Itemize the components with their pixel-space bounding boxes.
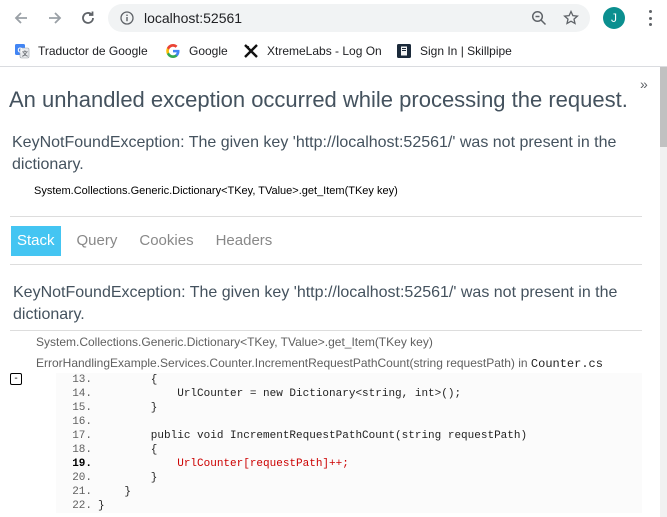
line-number: 21. xyxy=(72,486,92,498)
code-line: 17. public void IncrementRequestPathCoun… xyxy=(56,429,642,443)
reload-button[interactable] xyxy=(76,6,100,30)
source-text: UrlCounter[requestPath]++; xyxy=(98,458,349,470)
google-translate-icon: G文 xyxy=(14,43,30,59)
code-line: 13. { xyxy=(56,373,642,387)
site-info-icon[interactable] xyxy=(118,9,136,27)
tab-cookies[interactable]: Cookies xyxy=(133,226,199,256)
skillpipe-icon xyxy=(396,43,412,59)
source-code-block: 13. {14. UrlCounter = new Dictionary<str… xyxy=(56,373,642,513)
source-text: } xyxy=(98,402,158,414)
source-text: UrlCounter = new Dictionary<string, int>… xyxy=(98,388,462,400)
divider xyxy=(10,330,642,331)
stack-frame-file: Counter.cs xyxy=(530,357,603,371)
tab-bar: Stack Query Cookies Headers xyxy=(11,226,288,256)
bookmark-skillpipe[interactable]: Sign In | Skillpipe xyxy=(396,42,512,60)
stack-exception-title: KeyNotFoundException: The given key 'htt… xyxy=(13,284,618,323)
code-line: 22.} xyxy=(56,499,642,513)
line-number: 13. xyxy=(72,374,92,386)
page-title: An unhandled exception occurred while pr… xyxy=(9,87,628,112)
tab-headers[interactable]: Headers xyxy=(210,226,279,256)
arrow-right-icon xyxy=(49,12,62,24)
bookmarks-bar: G文 Traductor de Google Google XtremeLabs… xyxy=(0,36,667,92)
bookmark-label: Google xyxy=(189,44,228,58)
reload-icon xyxy=(82,11,94,24)
bookmark-label: Sign In | Skillpipe xyxy=(420,44,512,58)
code-line: 15. } xyxy=(56,401,642,415)
xtremelabs-icon xyxy=(243,43,259,59)
line-number: 22. xyxy=(72,500,92,512)
scrollbar-thumb[interactable] xyxy=(660,67,667,147)
arrow-left-icon xyxy=(14,12,27,24)
bookmark-xtremelabs[interactable]: XtremeLabs - Log On xyxy=(243,42,382,60)
code-line: 14. UrlCounter = new Dictionary<string, … xyxy=(56,387,642,401)
code-line: 16. xyxy=(56,415,642,429)
line-number: 16. xyxy=(72,416,92,428)
google-icon xyxy=(165,43,181,59)
bookmark-star-icon[interactable] xyxy=(562,9,580,27)
line-number: 15. xyxy=(72,402,92,414)
source-text: public void IncrementRequestPathCount(st… xyxy=(98,430,528,442)
source-text: } xyxy=(98,472,158,484)
source-text: { xyxy=(98,374,158,386)
browser-menu-icon[interactable] xyxy=(642,8,658,28)
address-bar[interactable]: localhost:52561 xyxy=(108,4,590,32)
code-line: 21. } xyxy=(56,485,642,499)
exception-summary: KeyNotFoundException: The given key 'htt… xyxy=(12,134,617,173)
browser-toolbar: localhost:52561 J xyxy=(0,0,667,36)
line-number: 14. xyxy=(72,388,92,400)
source-text: { xyxy=(98,444,158,456)
bookmark-label: XtremeLabs - Log On xyxy=(267,44,382,58)
divider xyxy=(10,264,642,265)
zoom-icon[interactable] xyxy=(530,9,548,27)
line-number: 20. xyxy=(72,472,92,484)
error-page: An unhandled exception occurred while pr… xyxy=(0,67,660,517)
tab-query[interactable]: Query xyxy=(71,226,124,256)
stack-frame-method: System.Collections.Generic.Dictionary<TK… xyxy=(36,335,433,349)
stack-frame: ErrorHandlingExample.Services.Counter.In… xyxy=(36,356,603,371)
stack-frame-method: ErrorHandlingExample.Services.Counter.In… xyxy=(36,356,531,370)
back-button[interactable] xyxy=(9,6,33,30)
line-number: 19. xyxy=(72,458,92,470)
collapse-source-button[interactable]: - xyxy=(10,373,22,385)
code-line: 20. } xyxy=(56,471,642,485)
address-bar-url[interactable]: localhost:52561 xyxy=(144,10,242,26)
forward-button[interactable] xyxy=(43,6,67,30)
source-text: } xyxy=(98,486,132,498)
page-scrollbar[interactable] xyxy=(660,67,667,517)
bookmark-label: Traductor de Google xyxy=(38,44,148,58)
stack-frame: System.Collections.Generic.Dictionary<TK… xyxy=(36,335,433,349)
code-line: 18. { xyxy=(56,443,642,457)
divider xyxy=(10,216,642,217)
exception-location: System.Collections.Generic.Dictionary<TK… xyxy=(34,185,398,197)
line-number: 18. xyxy=(72,444,92,456)
svg-text:文: 文 xyxy=(21,50,29,58)
source-text: } xyxy=(98,500,105,512)
tab-stack[interactable]: Stack xyxy=(11,226,61,256)
line-number: 17. xyxy=(72,430,92,442)
bookmark-google[interactable]: Google xyxy=(165,42,228,60)
code-line: 19. UrlCounter[requestPath]++; xyxy=(56,457,642,471)
profile-avatar[interactable]: J xyxy=(603,7,625,29)
bookmark-google-translate[interactable]: G文 Traductor de Google xyxy=(14,42,148,60)
